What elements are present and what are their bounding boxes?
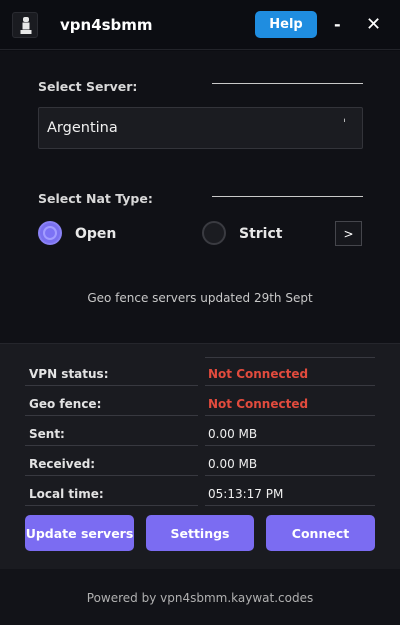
server-select-value: Argentina xyxy=(47,120,118,136)
status-panel: VPN status: Not Connected Geo fence: Not… xyxy=(0,343,400,569)
vpn-status-label: VPN status: xyxy=(25,364,198,386)
server-select[interactable]: Argentina ˈ xyxy=(38,107,363,149)
sent-value: 0.00 MB xyxy=(205,424,375,446)
status-row-time: Local time: 05:13:17 PM xyxy=(25,484,375,506)
local-time-label: Local time: xyxy=(25,484,198,506)
geo-fence-label: Geo fence: xyxy=(25,394,198,416)
connect-button[interactable]: Connect xyxy=(266,515,375,551)
status-row-vpn: VPN status: Not Connected xyxy=(25,357,375,386)
server-panel: Select Server: Argentina ˈ Select Nat Ty… xyxy=(0,51,400,343)
nat-open-label[interactable]: Open xyxy=(75,226,116,242)
divider xyxy=(205,357,375,358)
select-server-label: Select Server: xyxy=(38,79,138,94)
update-servers-button[interactable]: Update servers xyxy=(25,515,134,551)
nat-strict-label[interactable]: Strict xyxy=(239,226,282,242)
nat-open-radio[interactable] xyxy=(38,221,62,245)
next-button[interactable]: > xyxy=(335,221,362,246)
geo-fence-note: Geo fence servers updated 29th Sept xyxy=(87,291,313,305)
help-button[interactable]: Help xyxy=(255,11,317,38)
app-title: vpn4sbmm xyxy=(60,16,153,34)
status-row-received: Received: 0.00 MB xyxy=(25,454,375,476)
vpn-status-value: Not Connected xyxy=(205,364,375,386)
powered-by-text: Powered by vpn4sbmm.kaywat.codes xyxy=(86,591,314,605)
footer: Powered by vpn4sbmm.kaywat.codes xyxy=(0,569,400,625)
local-time-value: 05:13:17 PM xyxy=(205,484,375,506)
divider xyxy=(212,196,363,197)
sent-label: Sent: xyxy=(25,424,198,446)
minimize-icon[interactable]: - xyxy=(334,15,341,34)
status-row-sent: Sent: 0.00 MB xyxy=(25,424,375,446)
app-logo-icon xyxy=(12,12,38,38)
settings-button[interactable]: Settings xyxy=(146,515,254,551)
select-nat-label: Select Nat Type: xyxy=(38,191,153,206)
title-bar: vpn4sbmm Help - ✕ xyxy=(0,0,400,50)
divider xyxy=(212,83,363,84)
received-label: Received: xyxy=(25,454,198,476)
close-icon[interactable]: ✕ xyxy=(366,14,381,35)
geo-fence-value: Not Connected xyxy=(205,394,375,416)
received-value: 0.00 MB xyxy=(205,454,375,476)
select-caret-icon: ˈ xyxy=(342,117,346,131)
nat-strict-radio[interactable] xyxy=(202,221,226,245)
status-row-geo: Geo fence: Not Connected xyxy=(25,394,375,416)
